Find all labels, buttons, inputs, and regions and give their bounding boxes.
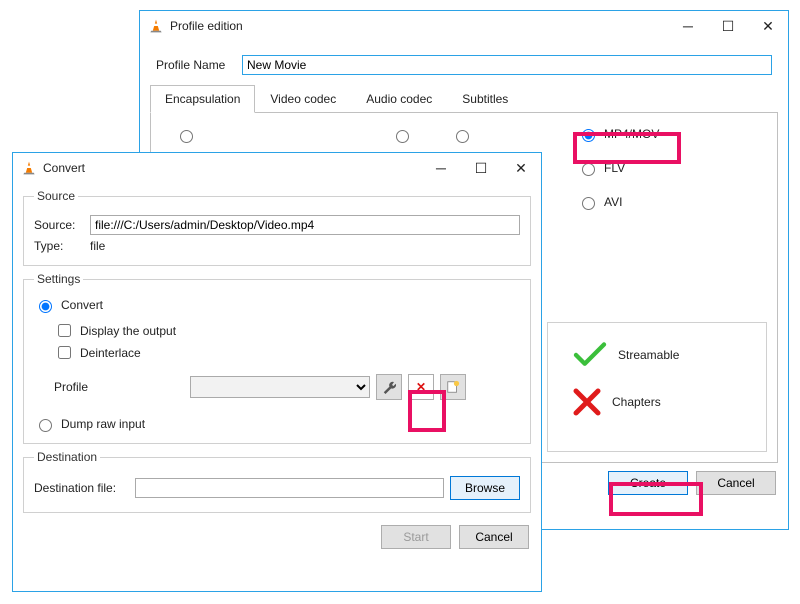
delete-x-icon: ✕ — [416, 380, 426, 394]
wrench-icon — [382, 380, 396, 394]
radio-hidden-2[interactable] — [396, 130, 409, 143]
convert-window: Convert ─ ☐ ✕ Source Source: Type: file … — [12, 152, 542, 592]
source-label: Source: — [34, 218, 84, 232]
type-label: Type: — [34, 239, 84, 253]
browse-button[interactable]: Browse — [450, 476, 520, 500]
profile-name-input[interactable] — [242, 55, 772, 75]
radio-hidden-1[interactable] — [180, 130, 193, 143]
delete-profile-button[interactable]: ✕ — [408, 374, 434, 400]
profile-cancel-button[interactable]: Cancel — [696, 471, 776, 495]
destination-file-input[interactable] — [135, 478, 444, 498]
checkbox-deinterlace[interactable]: Deinterlace — [54, 343, 520, 362]
convert-cancel-button[interactable]: Cancel — [459, 525, 529, 549]
destination-legend: Destination — [34, 450, 100, 464]
profile-titlebar: Profile edition ─ ☐ ✕ — [140, 11, 788, 41]
source-legend: Source — [34, 189, 78, 203]
new-profile-button[interactable] — [440, 374, 466, 400]
edit-profile-button[interactable] — [376, 374, 402, 400]
cross-icon — [572, 387, 602, 417]
tab-audio-codec[interactable]: Audio codec — [351, 85, 447, 112]
vlc-icon — [21, 160, 37, 176]
profile-name-label: Profile Name — [156, 58, 236, 72]
new-file-icon — [446, 380, 460, 394]
source-input[interactable] — [90, 215, 520, 235]
close-button[interactable]: ✕ — [501, 153, 541, 183]
close-button[interactable]: ✕ — [748, 11, 788, 41]
profile-label: Profile — [54, 380, 184, 394]
tab-encapsulation[interactable]: Encapsulation — [150, 85, 255, 113]
checkbox-display-output[interactable]: Display the output — [54, 321, 520, 340]
type-value: file — [90, 239, 105, 253]
maximize-button[interactable]: ☐ — [708, 11, 748, 41]
convert-window-title: Convert — [43, 161, 421, 175]
radio-mp4mov[interactable]: MP4/MOV — [577, 126, 737, 142]
radio-hidden-3[interactable] — [456, 130, 469, 143]
minimize-button[interactable]: ─ — [421, 153, 461, 183]
vlc-icon — [148, 18, 164, 34]
start-button[interactable]: Start — [381, 525, 451, 549]
radio-dump-raw[interactable]: Dump raw input — [34, 416, 520, 432]
minimize-button[interactable]: ─ — [668, 11, 708, 41]
source-fieldset: Source Source: Type: file — [23, 189, 531, 266]
maximize-button[interactable]: ☐ — [461, 153, 501, 183]
destination-fieldset: Destination Destination file: Browse — [23, 450, 531, 513]
radio-convert[interactable]: Convert — [34, 297, 520, 313]
profile-select[interactable] — [190, 376, 370, 398]
tab-video-codec[interactable]: Video codec — [255, 85, 351, 112]
tab-subtitles[interactable]: Subtitles — [447, 85, 523, 112]
settings-legend: Settings — [34, 272, 83, 286]
check-icon — [572, 341, 608, 369]
convert-titlebar: Convert ─ ☐ ✕ — [13, 153, 541, 183]
status-chapters: Chapters — [572, 387, 762, 417]
profile-tabs: Encapsulation Video codec Audio codec Su… — [150, 85, 778, 113]
status-streamable: Streamable — [572, 341, 762, 369]
settings-fieldset: Settings Convert Display the output Dein… — [23, 272, 531, 444]
radio-flv[interactable]: FLV — [577, 160, 737, 176]
radio-avi[interactable]: AVI — [577, 194, 737, 210]
profile-window-title: Profile edition — [170, 19, 668, 33]
create-button[interactable]: Create — [608, 471, 688, 495]
destination-file-label: Destination file: — [34, 481, 129, 495]
